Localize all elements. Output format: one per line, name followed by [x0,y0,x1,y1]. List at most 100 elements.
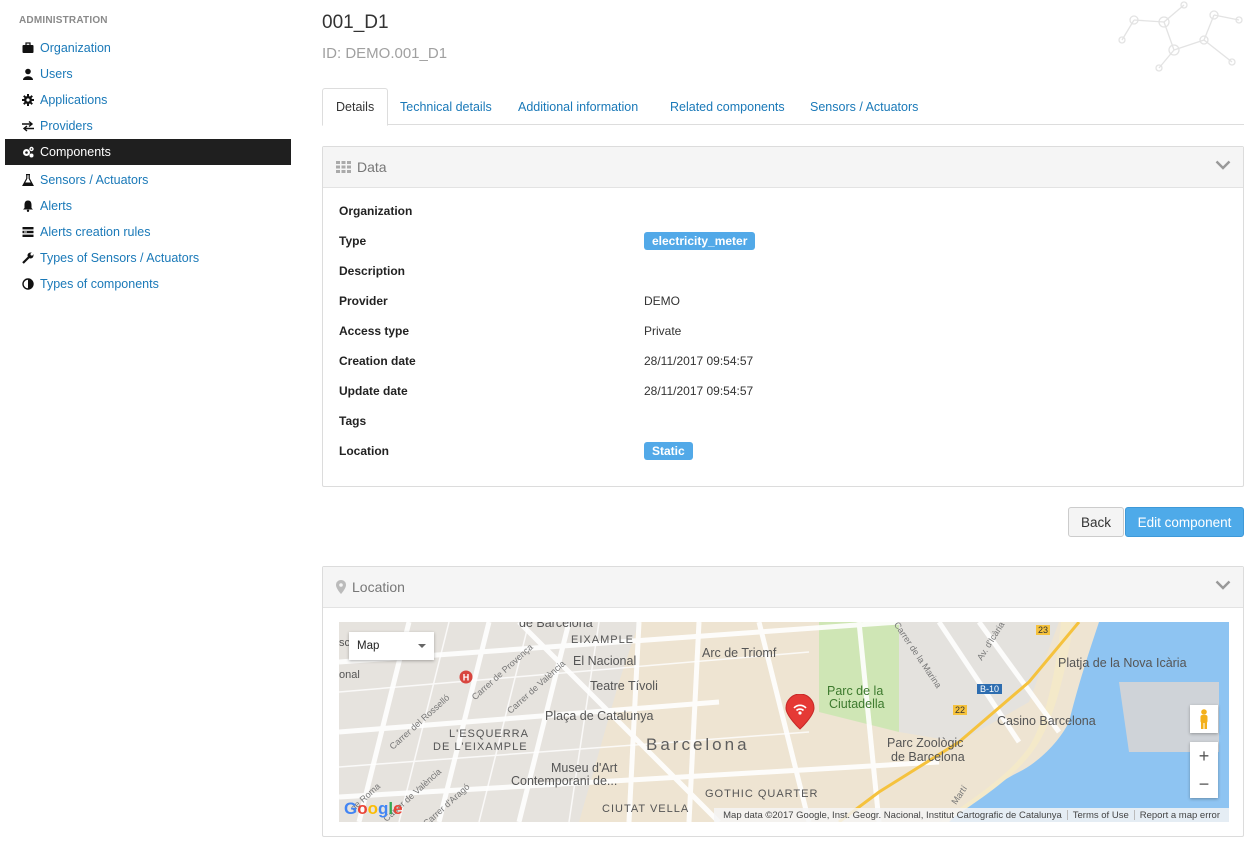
location-panel-header: Location [323,567,1243,608]
row-label: Type [339,234,367,248]
sidebar-item-label: Alerts [40,199,72,213]
map-label: Casino Barcelona [997,714,1096,728]
data-panel-header: Data [323,147,1243,188]
sidebar-item-alerts[interactable]: Alerts [5,193,291,219]
rules-icon [21,226,34,239]
tab-bar: Details Technical details Additional inf… [322,88,1244,126]
map-label: onal [339,669,360,681]
briefcase-icon [21,42,34,55]
hospital-icon: H [459,670,473,684]
row-label: Provider [339,294,388,308]
svg-text:H: H [463,673,470,683]
data-row-tags: Tags [339,411,1229,431]
data-row-provider: Provider DEMO [339,291,1229,311]
sidebar: ADMINISTRATION Organization Users Applic… [0,0,292,854]
row-value: Private [644,324,682,338]
map-label: El Nacional [573,654,637,668]
row-label: Location [339,444,389,458]
sidebar-item-users[interactable]: Users [5,61,291,87]
sidebar-item-label: Types of components [40,277,159,291]
zoom-out-button[interactable]: − [1190,770,1218,798]
page-subtitle: ID: DEMO.001_D1 [322,45,448,62]
sidebar-item-label: Sensors / Actuators [40,173,149,187]
street-view-pegman-icon[interactable] [1190,705,1218,733]
data-panel-title: Data [357,159,387,175]
sidebar-item-organization[interactable]: Organization [5,35,291,61]
data-row-creation-date: Creation date 28/11/2017 09:54:57 [339,351,1229,371]
sidebar-item-label: Applications [40,93,108,107]
user-icon [21,68,34,81]
chevron-down-icon[interactable] [1215,580,1231,590]
zoom-in-button[interactable]: + [1190,742,1218,770]
map-label: Ciutadella [829,697,885,711]
tab-related-components[interactable]: Related components [657,88,798,125]
type-badge: electricity_meter [644,232,756,250]
sidebar-heading: ADMINISTRATION [19,15,108,26]
sidebar-item-providers[interactable]: Providers [5,113,291,139]
data-row-update-date: Update date 28/11/2017 09:54:57 [339,381,1229,401]
sidebar-item-types-sensors-actuators[interactable]: Types of Sensors / Actuators [5,245,291,271]
contrast-icon [21,278,34,291]
sidebar-item-applications[interactable]: Applications [5,87,291,113]
row-label: Organization [339,204,413,218]
location-panel-title: Location [352,579,405,595]
page-title: 001_D1 [322,12,389,33]
map-label: B-10 [977,684,1003,694]
gear-icon [21,94,34,107]
data-row-access-type: Access type Private [339,321,1229,341]
tab-details[interactable]: Details [322,88,389,126]
terms-of-use-link[interactable]: Terms of Use [1068,810,1134,821]
flask-icon [21,174,34,187]
map-label: Platja de la Nova Icària [1058,656,1187,670]
sidebar-item-label: Providers [40,119,93,133]
row-label: Description [339,264,406,278]
map-type-selector[interactable]: Map [349,632,434,660]
tab-additional-information[interactable]: Additional information [505,88,651,125]
map-marker-icon [336,580,346,594]
row-value: 28/11/2017 09:54:57 [644,384,754,398]
sidebar-item-components[interactable]: Components [5,139,291,165]
sidebar-item-sensors-actuators[interactable]: Sensors / Actuators [5,167,291,193]
sidebar-item-label: Types of Sensors / Actuators [40,251,200,265]
map-label: Barcelona [646,735,750,754]
map-label: Arc de Triomf [702,646,777,660]
sidebar-item-alerts-creation-rules[interactable]: Alerts creation rules [5,219,291,245]
location-map[interactable]: de Barcelona EIXAMPLE El Nacional Arc de… [339,622,1229,822]
map-label: Contemporani de... [511,774,618,788]
map-label: Parc de la [827,684,884,698]
chevron-down-icon[interactable] [1215,160,1231,170]
map-label: Parc Zoològic [887,736,964,750]
edit-component-button[interactable]: Edit component [1125,507,1244,537]
report-map-error-link[interactable]: Report a map error [1135,810,1225,821]
zoom-control: + − [1190,742,1218,798]
map-label: EIXAMPLE [571,634,635,646]
back-button[interactable]: Back [1068,507,1124,537]
data-row-type: Type electricity_meter [339,231,1229,251]
sidebar-item-types-components[interactable]: Types of components [5,271,291,297]
map-type-label: Map [357,640,380,652]
row-value: DEMO [644,294,680,308]
row-label: Tags [339,414,367,428]
map-label: Museu d'Art [551,761,618,775]
map-marker-icon [785,694,815,730]
row-label: Access type [339,324,410,338]
data-row-description: Description [339,261,1229,281]
exchange-icon [21,120,34,133]
tab-technical-details[interactable]: Technical details [387,88,505,125]
map-label: DE L'EIXAMPLE [433,741,528,753]
main-content: 001_D1 ID: DEMO.001_D1 Details Technical… [322,0,1244,854]
sidebar-item-label: Organization [40,41,111,55]
tab-sensors-actuators[interactable]: Sensors / Actuators [797,88,931,125]
row-label: Creation date [339,354,416,368]
data-row-organization: Organization [339,201,1229,221]
map-attribution-bar: Map data ©2017 Google, Inst. Geogr. Naci… [714,808,1229,822]
map-label: L'ESQUERRA [449,728,529,740]
map-label: de Barcelona [519,622,593,630]
row-label: Update date [339,384,408,398]
map-label: 22 [953,705,968,715]
network-decoration-icon [1118,1,1243,72]
data-panel: Data Organization Type electricity_meter… [322,146,1244,487]
map-attribution: Map data ©2017 Google, Inst. Geogr. Naci… [723,809,1062,821]
map-label: Plaça de Catalunya [545,709,654,723]
location-badge: Static [644,442,693,460]
